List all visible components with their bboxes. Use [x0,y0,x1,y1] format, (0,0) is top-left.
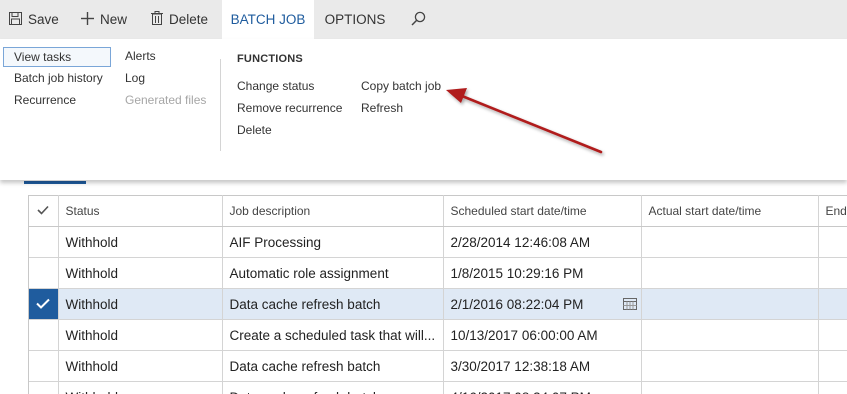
change-status-link[interactable]: Change status [237,78,314,94]
row-checkbox[interactable] [29,226,59,258]
remove-recurrence-link[interactable]: Remove recurrence [237,100,342,116]
tab-batch-job[interactable]: BATCH JOB [222,0,314,39]
search-icon [411,11,426,29]
cell-scheduled: 2/28/2014 12:46:08 AM [443,226,642,258]
delete-label: Delete [169,12,209,27]
checkmark-icon [37,205,49,215]
cell-description: Data cache refresh batch [222,350,444,382]
cell-status: Withhold [58,319,223,351]
cell-scheduled: 1/8/2015 10:29:16 PM [443,257,642,289]
row-checkbox[interactable] [29,319,59,351]
ribbon-panel: View tasks Batch job history Recurrence … [0,39,847,180]
column-header-status[interactable]: Status [58,195,223,227]
cell-scheduled[interactable]: 2/1/2016 08:22:04 PM [443,288,642,320]
cell-status: Withhold [58,257,223,289]
cell-end [818,381,847,394]
ribbon-divider [220,59,221,151]
table-row[interactable]: Withhold Data cache refresh batch 3/30/2… [29,350,847,382]
cell-scheduled: 4/16/2017 08:34:07 PM [443,381,642,394]
calendar-icon[interactable] [622,297,637,313]
cell-status: Withhold [58,288,223,320]
alerts-link[interactable]: Alerts [125,48,156,64]
cell-actual [641,319,819,351]
cell-description: Automatic role assignment [222,257,444,289]
cell-scheduled: 10/13/2017 06:00:00 AM [443,319,642,351]
column-header-scheduled-start[interactable]: Scheduled start date/time [443,195,642,227]
batch-jobs-grid: Status Job description Scheduled start d… [28,195,847,394]
row-checkbox[interactable] [29,381,59,394]
save-icon [9,11,22,28]
table-header-row: Status Job description Scheduled start d… [29,195,847,227]
cell-description: AIF Processing [222,226,444,258]
cell-scheduled-value: 2/1/2016 08:22:04 PM [450,296,584,312]
table-row[interactable]: Withhold Create a scheduled task that wi… [29,319,847,351]
delete-link[interactable]: Delete [237,122,272,138]
delete-button[interactable]: Delete [151,0,208,39]
search-button[interactable] [411,0,426,39]
batch-job-history-link[interactable]: Batch job history [14,70,103,86]
table-row[interactable]: Withhold Automatic role assignment 1/8/2… [29,257,847,289]
cell-end [818,350,847,382]
save-button[interactable]: Save [9,0,59,39]
column-header-end[interactable]: End [818,195,847,227]
row-checkbox[interactable] [29,257,59,289]
cell-actual [641,288,819,320]
cell-end [818,257,847,289]
tab-options[interactable]: OPTIONS [316,0,394,39]
cell-status: Withhold [58,381,223,394]
view-tasks-link[interactable]: View tasks [3,47,111,67]
column-header-actual-start[interactable]: Actual start date/time [641,195,819,227]
cell-actual [641,257,819,289]
table-row[interactable]: Withhold AIF Processing 2/28/2014 12:46:… [29,226,847,258]
save-label: Save [28,12,59,27]
plus-icon [81,11,94,28]
row-checkbox-checked[interactable] [29,288,59,320]
table-row[interactable]: Withhold Data cache refresh batch 4/16/2… [29,381,847,394]
cell-status: Withhold [58,226,223,258]
generated-files-link: Generated files [125,93,207,107]
column-header-job-description[interactable]: Job description [222,195,444,227]
functions-group-title: FUNCTIONS [237,53,303,65]
cell-end [818,288,847,320]
cell-actual [641,226,819,258]
table-row-selected[interactable]: Withhold Data cache refresh batch 2/1/20… [29,288,847,320]
checkmark-icon [36,298,50,309]
cell-actual [641,350,819,382]
active-tab-indicator [24,181,86,184]
recurrence-link[interactable]: Recurrence [14,92,76,108]
refresh-link[interactable]: Refresh [361,100,403,116]
new-button[interactable]: New [81,0,127,39]
new-label: New [100,12,128,27]
cell-description: Data cache refresh batch [222,381,444,394]
trash-icon [151,11,163,28]
cell-description: Data cache refresh batch [222,288,444,320]
log-link[interactable]: Log [125,70,145,86]
cell-end [818,226,847,258]
select-all-checkbox[interactable] [29,195,59,227]
copy-batch-job-link[interactable]: Copy batch job [361,78,441,94]
cell-description: Create a scheduled task that will... [222,319,444,351]
cell-scheduled: 3/30/2017 12:38:18 AM [443,350,642,382]
cell-status: Withhold [58,350,223,382]
cell-actual [641,381,819,394]
cell-end [818,319,847,351]
row-checkbox[interactable] [29,350,59,382]
batch-jobs-table: Status Job description Scheduled start d… [29,195,847,394]
action-pane: Save New Delete BATCH JOB OPTIONS [0,0,847,39]
